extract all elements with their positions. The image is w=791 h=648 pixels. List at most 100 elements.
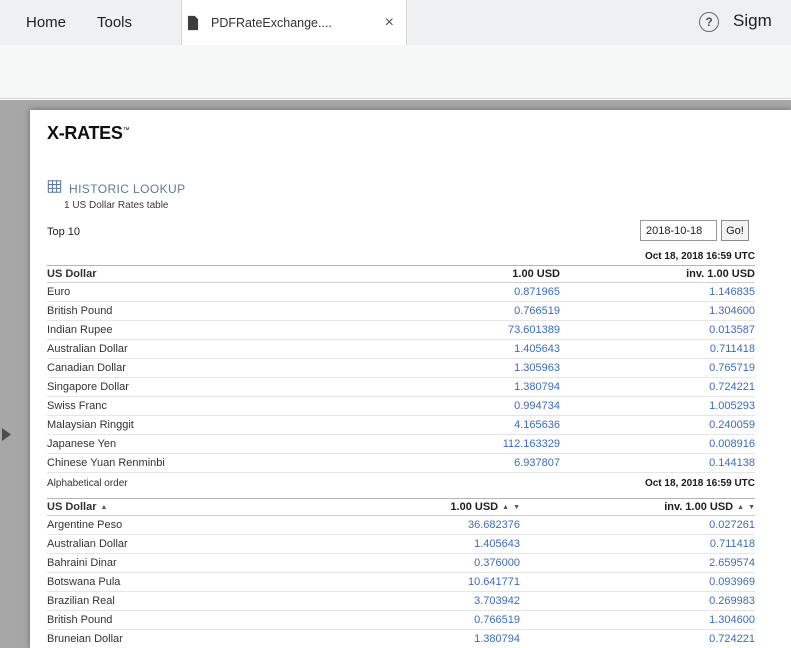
rate-link[interactable]: 1.380794 (430, 381, 560, 393)
rate-link[interactable]: 1.405643 (390, 538, 520, 550)
rate-link[interactable]: 0.766519 (430, 305, 560, 317)
section-header: HISTORIC LOOKUP (47, 179, 185, 199)
go-button[interactable]: Go! (721, 220, 749, 241)
rate-link[interactable]: 73.601389 (430, 324, 560, 336)
rate-link[interactable]: 0.871965 (430, 286, 560, 298)
tab-title: PDFRateExchange.... (211, 16, 377, 30)
grid-icon (47, 179, 62, 199)
alphabetical-rates-table: US Dollar▲ 1.00 USD▲▼ inv. 1.00 USD▲▼ Ar… (47, 498, 755, 648)
inverse-rate-link[interactable]: 0.724221 (560, 381, 755, 393)
currency-name: Swiss Franc (47, 400, 430, 412)
inverse-rate-link[interactable]: 0.711418 (560, 343, 755, 355)
sort-desc-icon[interactable]: ▼ (513, 504, 520, 511)
currency-name: Euro (47, 286, 430, 298)
sort-asc-icon[interactable]: ▲ (101, 504, 108, 511)
table-header-row: US Dollar 1.00 USD inv. 1.00 USD (47, 265, 755, 283)
menu-home[interactable]: Home (26, 0, 66, 45)
currency-name: Bahraini Dinar (47, 557, 390, 569)
file-icon (187, 15, 199, 31)
date-input[interactable] (640, 220, 717, 241)
inverse-rate-link[interactable]: 0.027261 (520, 519, 755, 531)
table-row: Argentine Peso 36.682376 0.027261 (47, 516, 755, 535)
inverse-rate-link[interactable]: 0.013587 (560, 324, 755, 336)
sort-asc-icon[interactable]: ▲ (737, 504, 744, 511)
document-tab[interactable]: PDFRateExchange.... × (181, 0, 407, 45)
inverse-rate-link[interactable]: 1.005293 (560, 400, 755, 412)
xrates-logo: X-RATES™ (47, 123, 129, 144)
help-icon[interactable]: ? (699, 12, 719, 32)
rate-link[interactable]: 1.405643 (430, 343, 560, 355)
inverse-rate-link[interactable]: 2.659574 (520, 557, 755, 569)
currency-name: Bruneian Dollar (47, 633, 390, 645)
section-subtitle: 1 US Dollar Rates table (64, 200, 169, 211)
inverse-rate-link[interactable]: 0.765719 (560, 362, 755, 374)
rate-link[interactable]: 3.703942 (390, 595, 520, 607)
currency-name: Canadian Dollar (47, 362, 430, 374)
table-row: Brazilian Real 3.703942 0.269983 (47, 592, 755, 611)
currency-name: Brazilian Real (47, 595, 390, 607)
table-body: Argentine Peso 36.682376 0.027261 Austra… (47, 516, 755, 648)
table-row: Canadian Dollar 1.305963 0.765719 (47, 359, 755, 378)
currency-name: Australian Dollar (47, 538, 390, 550)
currency-name: Malaysian Ringgit (47, 419, 430, 431)
table-row: Euro 0.871965 1.146835 (47, 283, 755, 302)
panel-expand-icon[interactable] (2, 428, 12, 442)
toolbar: / 2 68.8% ▼ (0, 45, 791, 99)
table-header-row: US Dollar▲ 1.00 USD▲▼ inv. 1.00 USD▲▼ (47, 498, 755, 516)
table-row: Singapore Dollar 1.380794 0.724221 (47, 378, 755, 397)
sort-asc-icon[interactable]: ▲ (502, 504, 509, 511)
table-row: Bruneian Dollar 1.380794 0.724221 (47, 630, 755, 648)
column-header-inverse[interactable]: inv. 1.00 USD▲▼ (520, 501, 755, 513)
tab-bar: Home Tools PDFRateExchange.... × ? Sigm (0, 0, 791, 45)
table-row: British Pound 0.766519 1.304600 (47, 302, 755, 321)
timestamp: Oct 18, 2018 16:59 UTC (645, 478, 755, 489)
document-area: X-RATES™ HISTORIC LOOKUP 1 US Dollar Rat… (0, 100, 791, 648)
column-header-rate[interactable]: 1.00 USD▲▼ (390, 501, 520, 513)
inverse-rate-link[interactable]: 1.304600 (520, 614, 755, 626)
rate-link[interactable]: 0.376000 (390, 557, 520, 569)
rate-link[interactable]: 0.766519 (390, 614, 520, 626)
rate-link[interactable]: 6.937807 (430, 457, 560, 469)
account-label[interactable]: Sigm (733, 11, 772, 31)
table-row: Botswana Pula 10.641771 0.093969 (47, 573, 755, 592)
table-row: Japanese Yen 112.163329 0.008916 (47, 435, 755, 454)
table-body: Euro 0.871965 1.146835 British Pound 0.7… (47, 283, 755, 473)
timestamp: Oct 18, 2018 16:59 UTC (47, 251, 755, 262)
currency-name: Botswana Pula (47, 576, 390, 588)
rate-link[interactable]: 1.305963 (430, 362, 560, 374)
sort-desc-icon[interactable]: ▼ (748, 504, 755, 511)
inverse-rate-link[interactable]: 0.144138 (560, 457, 755, 469)
inverse-rate-link[interactable]: 1.304600 (560, 305, 755, 317)
table-row: Indian Rupee 73.601389 0.013587 (47, 321, 755, 340)
rate-link[interactable]: 4.165636 (430, 419, 560, 431)
table-row: Swiss Franc 0.994734 1.005293 (47, 397, 755, 416)
currency-name: Australian Dollar (47, 343, 430, 355)
column-header-rate: 1.00 USD (430, 268, 560, 280)
alphabetical-section-header: Alphabetical order Oct 18, 2018 16:59 UT… (47, 478, 755, 489)
table-row: Australian Dollar 1.405643 0.711418 (47, 340, 755, 359)
column-header-currency[interactable]: US Dollar▲ (47, 501, 390, 513)
pdf-page: X-RATES™ HISTORIC LOOKUP 1 US Dollar Rat… (30, 110, 791, 648)
inverse-rate-link[interactable]: 0.269983 (520, 595, 755, 607)
table-row: Australian Dollar 1.405643 0.711418 (47, 535, 755, 554)
rate-link[interactable]: 1.380794 (390, 633, 520, 645)
alphabetical-label: Alphabetical order (47, 478, 128, 489)
currency-name: Japanese Yen (47, 438, 430, 450)
section-title: HISTORIC LOOKUP (69, 182, 185, 196)
trademark-symbol: ™ (123, 127, 130, 134)
inverse-rate-link[interactable]: 0.724221 (520, 633, 755, 645)
inverse-rate-link[interactable]: 0.711418 (520, 538, 755, 550)
inverse-rate-link[interactable]: 1.146835 (560, 286, 755, 298)
inverse-rate-link[interactable]: 0.008916 (560, 438, 755, 450)
rate-link[interactable]: 112.163329 (430, 438, 560, 450)
table-row: Chinese Yuan Renminbi 6.937807 0.144138 (47, 454, 755, 473)
rate-link[interactable]: 36.682376 (390, 519, 520, 531)
inverse-rate-link[interactable]: 0.240059 (560, 419, 755, 431)
inverse-rate-link[interactable]: 0.093969 (520, 576, 755, 588)
rate-link[interactable]: 10.641771 (390, 576, 520, 588)
rate-link[interactable]: 0.994734 (430, 400, 560, 412)
menu-tools[interactable]: Tools (97, 0, 132, 45)
top10-label: Top 10 (47, 226, 80, 238)
table-row: Malaysian Ringgit 4.165636 0.240059 (47, 416, 755, 435)
close-icon[interactable]: × (385, 15, 394, 31)
